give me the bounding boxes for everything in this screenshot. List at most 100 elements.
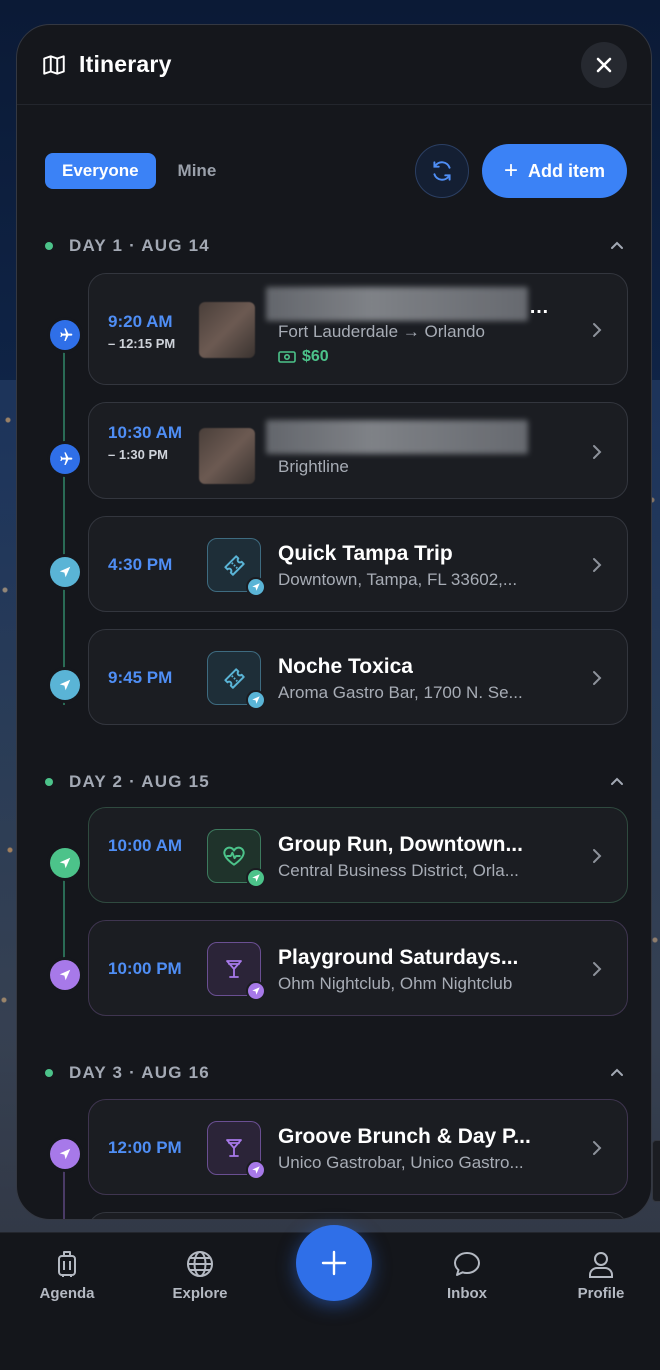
location-badge — [246, 577, 266, 597]
itinerary-card[interactable]: 12:00 PM Groove Brunch & Day P... Unico … — [88, 1099, 628, 1195]
item-thumbnail — [199, 302, 255, 358]
itinerary-card[interactable]: 9:45 PM Noche Toxica Aroma Gastro Bar, 1… — [88, 629, 628, 725]
item-time-end: – 1:30 PM — [108, 447, 168, 462]
item-time: 9:20 AM – 12:15 PM — [108, 312, 198, 354]
chevron-up-icon[interactable] — [609, 238, 625, 254]
add-fab-button[interactable] — [296, 1225, 372, 1301]
item-time: 10:30 AM – 1:30 PM — [108, 423, 188, 465]
add-item-button[interactable]: + Add item — [481, 144, 627, 198]
timeline-location-marker — [50, 557, 80, 587]
timeline-flight-marker — [50, 320, 80, 350]
item-subtitle: Aroma Gastro Bar, 1700 N. Se... — [278, 683, 523, 702]
chevron-right-icon — [593, 558, 602, 572]
add-item-label: Add item — [527, 160, 605, 181]
item-subtitle: Unico Gastrobar, Unico Gastro... — [278, 1153, 524, 1172]
plus-icon: + — [503, 157, 518, 184]
item-subtitle: Central Business District, Orla... — [278, 861, 519, 880]
chevron-up-icon[interactable] — [609, 1065, 625, 1081]
day-header[interactable]: DAY 2 · AUG 15 — [45, 770, 625, 794]
filter-everyone-tab[interactable]: Everyone — [45, 153, 156, 189]
day-dot — [45, 1069, 53, 1077]
itinerary-panel: Itinerary Everyone Mine + Add item DAY 1… — [16, 24, 652, 1220]
title-ellipsis: … — [529, 296, 549, 318]
item-time: 10:00 AM — [108, 836, 183, 855]
day-label: DAY 3 · AUG 16 — [69, 1063, 210, 1082]
item-time: 9:45 PM — [108, 668, 173, 687]
chevron-right-icon — [593, 1141, 602, 1155]
refresh-icon — [433, 161, 451, 181]
category-icon — [207, 538, 266, 597]
category-icon — [207, 651, 266, 710]
location-badge — [246, 981, 266, 1001]
day-header[interactable]: DAY 1 · AUG 14 — [45, 234, 625, 258]
cocktail-icon — [226, 960, 242, 978]
item-subtitle: Brightline — [278, 457, 349, 476]
timeline-location-marker — [50, 1139, 80, 1169]
item-subtitle: Fort Lauderdale → Orlando — [278, 322, 485, 341]
edge-tab — [652, 1140, 660, 1202]
close-button[interactable] — [581, 41, 627, 88]
day-label: DAY 2 · AUG 15 — [69, 772, 210, 791]
location-badge — [246, 1160, 266, 1180]
itinerary-card[interactable]: 9:20 AM – 12:15 PM … Fort Lauderdale → O… — [88, 273, 628, 385]
day-dot — [45, 778, 53, 786]
toolbar: Everyone Mine + Add item — [17, 105, 651, 213]
item-time: 10:00 PM — [108, 959, 182, 978]
item-price: $60 — [278, 348, 329, 366]
chevron-up-icon[interactable] — [609, 774, 625, 790]
nav-explore[interactable]: Explore — [155, 1249, 245, 1302]
person-icon — [589, 1252, 613, 1278]
nav-agenda[interactable]: Agenda — [22, 1249, 112, 1302]
panel-title: Itinerary — [79, 51, 172, 77]
chat-bubble-icon — [454, 1252, 480, 1276]
item-time-end: – 12:15 PM — [108, 336, 176, 351]
category-icon — [207, 1121, 266, 1180]
day-header[interactable]: DAY 3 · AUG 16 — [45, 1061, 625, 1085]
item-title: Playground Saturdays... — [278, 946, 519, 969]
chevron-right-icon — [593, 671, 602, 685]
timeline-flight-marker — [50, 444, 80, 474]
itinerary-card[interactable]: 4:30 PM Quick Tampa Trip Downtown, Tampa… — [88, 516, 628, 612]
item-title: Group Run, Downtown... — [278, 833, 523, 856]
timeline-location-marker — [50, 670, 80, 700]
nav-profile[interactable]: Profile — [556, 1249, 646, 1302]
itinerary-card[interactable]: 10:30 AM – 1:30 PM Brightline — [88, 402, 628, 499]
panel-header: Itinerary — [17, 25, 651, 105]
redacted-title — [266, 420, 528, 454]
location-badge — [246, 690, 266, 710]
filter-mine-tab[interactable]: Mine — [156, 153, 239, 189]
navigation-arrow-icon — [252, 987, 260, 995]
cocktail-icon — [226, 1139, 242, 1157]
category-icon — [207, 829, 266, 888]
luggage-icon — [58, 1251, 76, 1277]
navigation-arrow-icon — [59, 1148, 71, 1160]
cash-icon — [278, 351, 296, 363]
chevron-right-icon — [593, 323, 602, 337]
heart-pulse-icon — [223, 846, 245, 866]
itinerary-card[interactable]: 10:00 PM Playground Saturdays... Ohm Nig… — [88, 920, 628, 1016]
navigation-arrow-icon — [59, 566, 71, 578]
item-title: Quick Tampa Trip — [278, 542, 453, 565]
item-time: 12:00 PM — [108, 1138, 182, 1157]
item-title: Noche Toxica — [278, 655, 413, 678]
category-icon — [207, 942, 266, 1001]
navigation-arrow-icon — [59, 679, 71, 691]
navigation-arrow-icon — [59, 969, 71, 981]
chevron-right-icon — [593, 962, 602, 976]
timeline-line — [63, 337, 65, 705]
airplane-icon — [60, 328, 73, 341]
item-subtitle: Ohm Nightclub, Ohm Nightclub — [278, 974, 513, 993]
refresh-button[interactable] — [414, 144, 469, 198]
itinerary-card[interactable] — [88, 1212, 628, 1219]
navigation-arrow-icon — [252, 696, 260, 704]
location-badge — [246, 868, 266, 888]
item-time: 4:30 PM — [108, 555, 173, 574]
navigation-arrow-icon — [252, 874, 260, 882]
chevron-right-icon — [593, 445, 602, 459]
airplane-icon — [60, 452, 73, 465]
redacted-title — [266, 287, 528, 321]
day-label: DAY 1 · AUG 14 — [69, 236, 210, 255]
itinerary-card[interactable]: 10:00 AM Group Run, Downtown... Central … — [88, 807, 628, 903]
timeline-line — [63, 863, 65, 973]
nav-inbox[interactable]: Inbox — [422, 1249, 512, 1302]
